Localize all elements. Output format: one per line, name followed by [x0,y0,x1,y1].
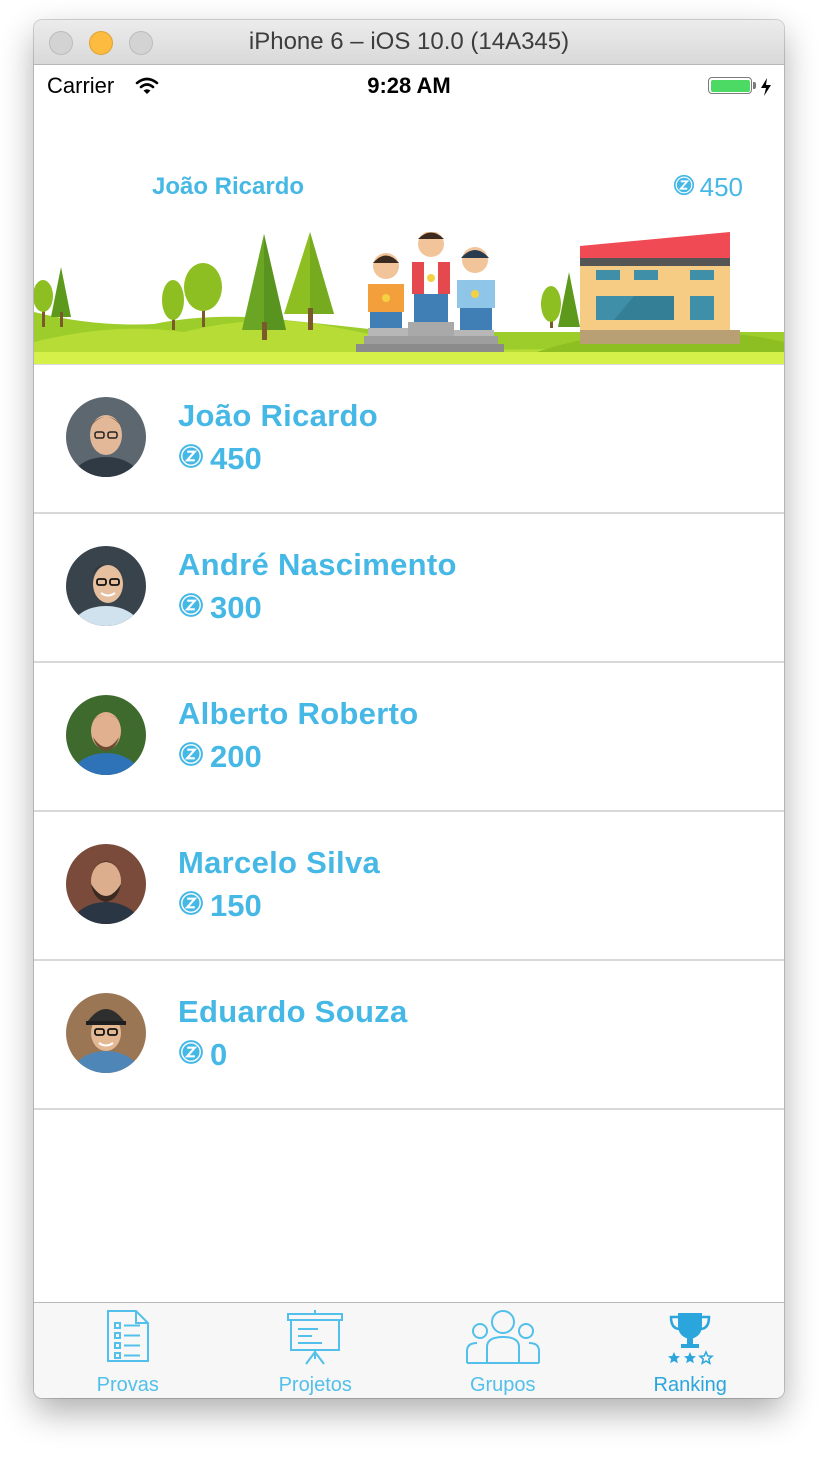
list-item[interactable]: Alberto Roberto 200 [34,663,784,812]
charging-bolt-icon [760,76,772,102]
user-points-value: 200 [210,739,262,774]
tab-provas[interactable]: Provas [34,1303,222,1398]
coin-icon [673,172,695,203]
user-name: Eduardo Souza [178,994,408,1029]
coin-icon [178,1037,204,1073]
coin-icon [178,441,204,477]
user-name: Alberto Roberto [178,696,419,731]
group-icon [465,1309,541,1370]
current-user-points-value: 450 [699,172,743,202]
avatar [66,993,146,1073]
user-name: João Ricardo [178,398,378,433]
list-item[interactable]: André Nascimento 300 [34,514,784,663]
window-titlebar[interactable]: iPhone 6 – iOS 10.0 (14A345) [34,20,784,65]
tab-label: Provas [96,1374,159,1396]
tab-label: Projetos [278,1374,352,1396]
coin-icon [178,739,204,775]
user-name: André Nascimento [178,547,457,582]
trophy-icon [665,1309,715,1370]
simulator-window: iPhone 6 – iOS 10.0 (14A345) Carrier 9:2… [34,20,784,1398]
list-item[interactable]: João Ricardo 450 [34,365,784,514]
podium-illustration [34,232,784,365]
user-points-value: 150 [210,888,262,923]
list-item[interactable]: Eduardo Souza 0 [34,961,784,1110]
avatar [66,546,146,626]
user-points-value: 0 [210,1037,228,1072]
user-points-value: 300 [210,590,262,625]
current-user-points: 450 [673,172,743,203]
user-points: 450 [178,441,262,477]
avatar [66,844,146,924]
presentation-board-icon [286,1309,344,1370]
ios-status-bar: Carrier 9:28 AM [34,65,784,107]
user-points-value: 450 [210,441,262,476]
avatar [66,397,146,477]
current-user-name: João Ricardo [152,173,305,200]
battery-tip [753,82,756,89]
user-points: 200 [178,739,262,775]
tab-grupos[interactable]: Grupos [409,1303,597,1398]
coin-icon [178,590,204,626]
avatar [66,695,146,775]
battery-icon [708,77,752,94]
tab-bar: Provas Projetos Grupos Ranking [34,1302,784,1398]
tab-label: Grupos [469,1374,536,1396]
user-points: 150 [178,888,262,924]
tab-ranking[interactable]: Ranking [597,1303,785,1398]
window-title: iPhone 6 – iOS 10.0 (14A345) [248,28,570,55]
user-name: Marcelo Silva [178,845,381,880]
checklist-icon [106,1309,150,1368]
current-user-header: João Ricardo 450 [34,107,784,233]
ranking-list: João Ricardo 450 André Nascimento 300 Al… [34,365,784,1110]
user-points: 0 [178,1037,227,1073]
tab-label: Ranking [653,1374,727,1396]
tab-projetos[interactable]: Projetos [222,1303,410,1398]
status-time: 9:28 AM [367,73,451,98]
coin-icon [178,888,204,924]
list-item[interactable]: Marcelo Silva 150 [34,812,784,961]
user-points: 300 [178,590,262,626]
